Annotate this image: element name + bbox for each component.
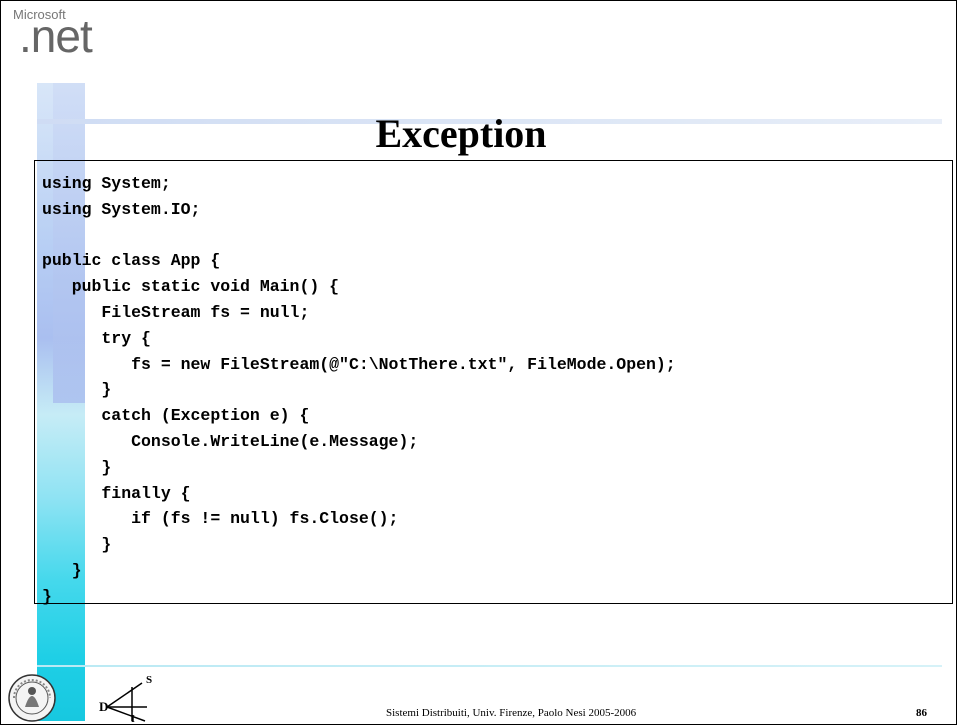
code-line: Console.WriteLine(e.Message); bbox=[42, 431, 419, 451]
code-line: } bbox=[42, 586, 52, 606]
code-line: using System.IO; bbox=[42, 199, 201, 219]
logo-letter-d: D bbox=[99, 699, 108, 714]
decorative-footer-rule bbox=[37, 665, 942, 667]
footer-logos: D S I bbox=[7, 671, 157, 724]
code-block: using System; using System.IO; public clas… bbox=[42, 171, 676, 610]
page-number: 86 bbox=[916, 707, 927, 719]
code-line: FileStream fs = null; bbox=[42, 302, 310, 322]
code-line: } bbox=[42, 560, 82, 580]
slide-title: Exception bbox=[375, 111, 547, 156]
code-line: finally { bbox=[42, 483, 191, 503]
code-line: } bbox=[42, 535, 112, 555]
university-seal-icon: D S I bbox=[8, 674, 152, 724]
code-line: public class App { bbox=[42, 251, 221, 271]
code-line: public static void Main() { bbox=[42, 277, 340, 297]
code-line: fs = new FileStream(@"C:\NotThere.txt", … bbox=[42, 354, 676, 374]
code-line: catch (Exception e) { bbox=[42, 406, 310, 426]
code-line: } bbox=[42, 380, 112, 400]
code-line: if (fs != null) fs.Close(); bbox=[42, 509, 399, 529]
logo-net-text: .net bbox=[19, 10, 93, 62]
dotnet-logo: Microsoft .net bbox=[5, 3, 115, 71]
slide: Microsoft .net Exception using System; us… bbox=[0, 0, 957, 725]
dsi-logo-icon: D S I bbox=[99, 674, 152, 724]
code-line: try { bbox=[42, 328, 151, 348]
footer-credit: Sistemi Distribuiti, Univ. Firenze, Paol… bbox=[386, 707, 637, 719]
logo-letter-s: S bbox=[146, 674, 152, 686]
code-line: using System; bbox=[42, 174, 171, 193]
code-line: } bbox=[42, 457, 112, 477]
logo-letter-i: I bbox=[131, 714, 135, 723]
